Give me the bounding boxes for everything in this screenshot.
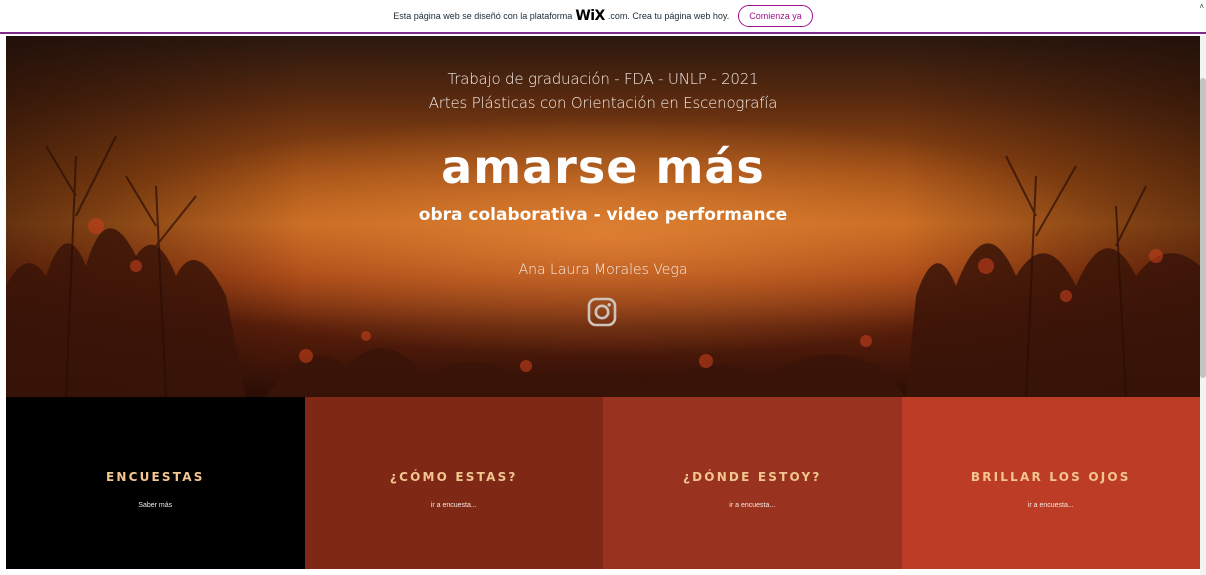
hero-line-1: Trabajo de graduación - FDA - UNLP - 202… — [447, 70, 759, 88]
panel-encuestas: ENCUESTAS Saber más — [6, 397, 305, 569]
wix-banner-text-before: Esta página web se diseñó con la platafo… — [393, 11, 573, 21]
page-scrollbar[interactable] — [1200, 36, 1206, 575]
saber-mas-link[interactable]: Saber más — [6, 502, 305, 509]
panel-title: ¿CÓMO ESTAS? — [389, 470, 518, 484]
bottom-band — [6, 569, 1200, 575]
scrollbar-thumb[interactable] — [1200, 78, 1206, 378]
wix-banner: Esta página web se diseñó con la platafo… — [0, 0, 1206, 34]
ir-a-encuesta-link[interactable]: ir a encuesta... — [902, 502, 1201, 509]
hero-title: amarse más — [441, 140, 765, 194]
ir-a-encuesta-link[interactable]: ir a encuesta... — [603, 502, 902, 509]
panel-title: BRILLAR LOS OJOS — [970, 470, 1131, 484]
instagram-icon[interactable] — [586, 296, 618, 328]
comienza-ya-button[interactable]: Comienza ya — [738, 5, 813, 27]
scroll-up-icon[interactable]: ˄ — [1199, 2, 1204, 11]
hero-author: Ana Laura Morales Vega — [518, 262, 688, 278]
surveys-strip: ENCUESTAS Saber más ¿CÓMO ESTAS? ir a en… — [6, 397, 1200, 569]
wix-logo[interactable]: WiX — [575, 8, 605, 24]
panel-donde-estoy: ¿DÓNDE ESTOY? ir a encuesta... — [603, 397, 902, 569]
panel-title: ¿DÓNDE ESTOY? — [682, 470, 822, 484]
hero-content: Trabajo de graduación - FDA - UNLP - 202… — [6, 36, 1200, 397]
panel-title: ENCUESTAS — [105, 470, 205, 484]
panel-como-estas: ¿CÓMO ESTAS? ir a encuesta... — [304, 397, 604, 569]
wix-banner-text-after: .com. Crea tu página web hoy. — [607, 11, 730, 21]
hero-line-2: Artes Plásticas con Orientación en Escen… — [428, 94, 778, 112]
wix-banner-text: Esta página web se diseñó con la platafo… — [393, 5, 813, 27]
hero-section: Trabajo de graduación - FDA - UNLP - 202… — [6, 36, 1200, 397]
panel-brillar-los-ojos: BRILLAR LOS OJOS ir a encuesta... — [901, 397, 1201, 569]
hero-subtitle: obra colaborativa - video performance — [418, 205, 788, 225]
page: Esta página web se diseñó con la platafo… — [0, 0, 1206, 575]
ir-a-encuesta-link[interactable]: ir a encuesta... — [305, 502, 604, 509]
